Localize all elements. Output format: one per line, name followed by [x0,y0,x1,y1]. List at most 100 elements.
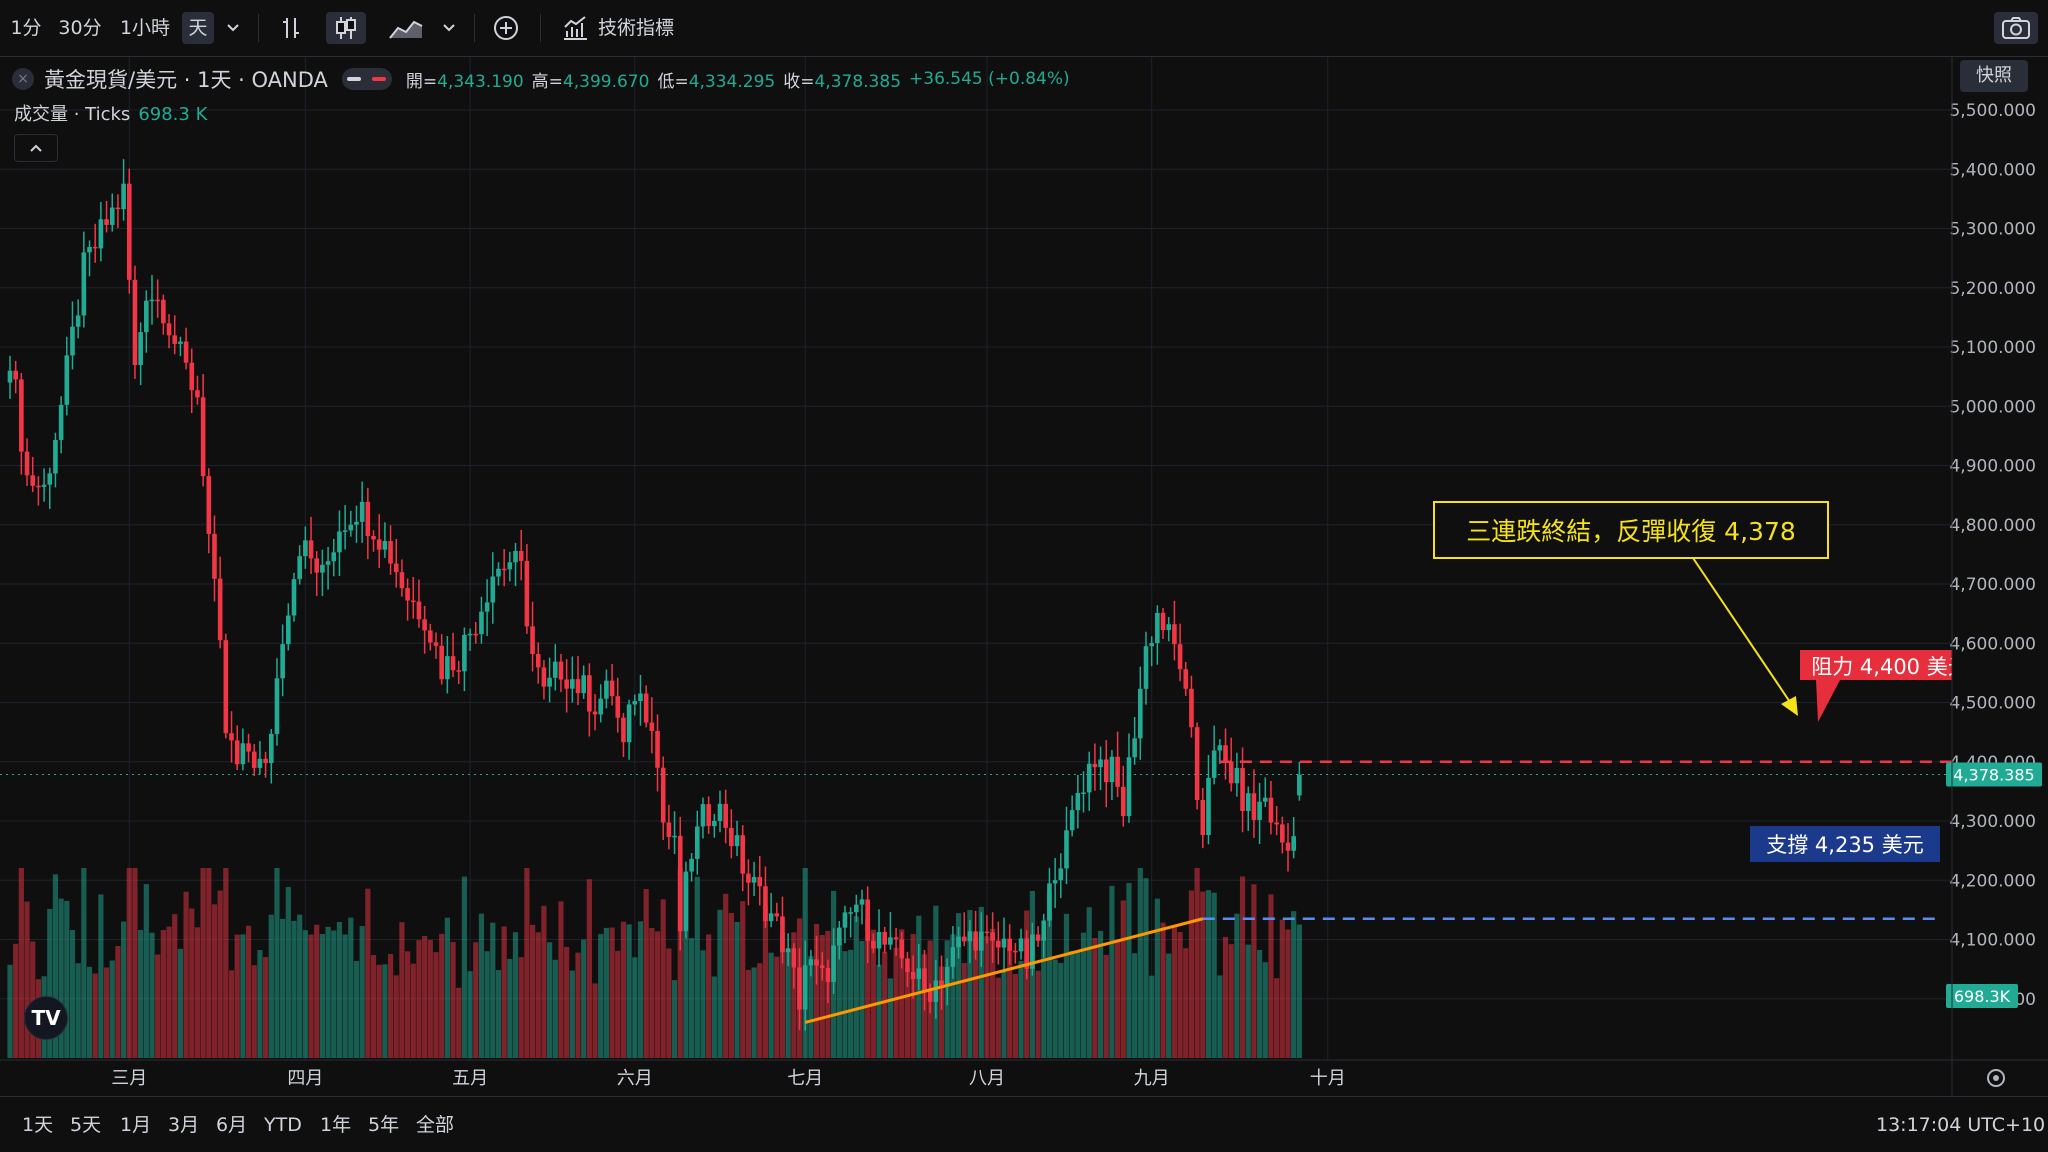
collapse-legend-button[interactable] [14,134,58,162]
volume-bar [711,976,717,1058]
candle-body [251,751,257,768]
candle-body [854,904,859,913]
volume-bar [967,910,973,1058]
candle-body [848,912,853,914]
interval-1h[interactable]: 1小時 [114,12,176,44]
note-arrow-line [1692,557,1795,709]
timezone-clock[interactable]: 13:17:04 UTC+10 [1876,1111,2045,1139]
candle-body [666,822,672,837]
candle-body [1109,756,1115,783]
range-ytd[interactable]: YTD [264,1111,302,1139]
volume-bar [1058,962,1064,1058]
volume-bar [297,914,303,1058]
candle-body [507,562,513,570]
range-1y[interactable]: 1年 [320,1111,351,1139]
candle-body [638,693,643,702]
candle-body [320,564,325,573]
candle-body [575,679,581,694]
interval-1d[interactable]: 天 [182,12,214,44]
range-5y[interactable]: 5年 [368,1111,399,1139]
volume-legend[interactable]: 成交量 · Ticks 698.3 K [14,100,207,126]
close-icon[interactable]: × [12,68,34,90]
bar-chart-type-icon[interactable] [272,12,312,44]
volume-bar [1063,913,1070,1058]
price-chart[interactable]: 三連跌終結，反彈收復 4,378 阻力 4,400 美元支撐 4,235 美元 5,… [0,0,2048,1152]
volume-bar [155,954,161,1058]
volume-bar [609,927,615,1058]
range-3m[interactable]: 3月 [168,1111,199,1139]
volume-bar [603,927,609,1058]
volume-bar [728,913,734,1058]
volume-bar [1200,891,1206,1058]
visibility-toggle-icon[interactable] [341,68,392,90]
candle-body [1245,793,1251,812]
candle-body [842,912,848,928]
volume-bar [740,901,746,1058]
volume-bar [189,908,195,1058]
volume-bar [103,967,110,1058]
volume-bar [990,928,996,1058]
range-all[interactable]: 全部 [416,1111,454,1139]
volume-bar [240,934,246,1058]
compare-add-icon[interactable] [486,12,526,44]
candle-body [416,601,422,620]
volume-bar [450,941,456,1058]
candle-body [1155,612,1160,644]
volume-bar [257,950,263,1058]
volume-bar [1052,959,1058,1058]
range-1d[interactable]: 1天 [22,1111,53,1139]
range-6m[interactable]: 6月 [216,1111,247,1139]
interval-30m[interactable]: 30分 [54,12,106,44]
volume-bar [98,894,104,1058]
volume-bar [660,899,666,1058]
interval-1m[interactable]: 1分 [6,12,46,44]
chevron-up-icon [30,144,42,152]
candle-body [331,552,337,562]
interval-dropdown-icon[interactable] [216,12,250,44]
price-axis-tick: 4,700.000 [1949,575,2036,595]
area-chart-type-icon[interactable] [382,12,430,44]
volume-bar [1120,900,1126,1058]
candle-body [882,932,888,945]
candle-body [132,279,138,365]
volume-bar [456,987,462,1058]
candle-body [888,937,893,945]
volume-bar [984,936,990,1058]
candle-body [138,332,143,365]
volume-bar [677,868,683,1058]
indicators-button[interactable]: 技術指標 [598,12,686,44]
candle-body [672,835,677,838]
tradingview-logo[interactable]: TV [24,996,68,1040]
camera-icon[interactable] [1994,12,2038,44]
volume-bar [75,963,81,1058]
volume-bar [1075,950,1081,1058]
volume-bar [836,937,842,1058]
indicators-icon[interactable] [558,12,592,44]
candle-body [1280,824,1285,843]
snapshot-button[interactable]: 快照 [1960,60,2028,92]
volume-bar [1029,890,1035,1058]
candle-body [490,576,496,603]
range-1m[interactable]: 1月 [120,1111,151,1139]
candle-body [234,740,240,765]
candle-body [92,246,98,249]
candle-body [1086,763,1092,793]
candle-body [1058,868,1064,881]
volume-bar [1239,876,1246,1058]
candle-body [212,533,217,579]
chart-type-dropdown-icon[interactable] [432,12,466,44]
candle-body [518,551,524,561]
candle-body [422,619,427,631]
candle-body [376,539,382,550]
ohlc-close: 收=4,378.385 [783,71,902,92]
symbol-title[interactable]: 黃金現貨/美元 · 1天 · OANDA [44,64,328,94]
volume-bar [387,953,394,1058]
candle-body [183,341,189,363]
range-5d[interactable]: 5天 [70,1111,101,1139]
volume-bar [473,942,479,1058]
candles-chart-type-icon[interactable] [326,12,366,44]
volume-bar [121,921,127,1058]
candle-body [961,936,967,942]
candle-body [456,670,462,672]
volume-bar [64,900,70,1058]
